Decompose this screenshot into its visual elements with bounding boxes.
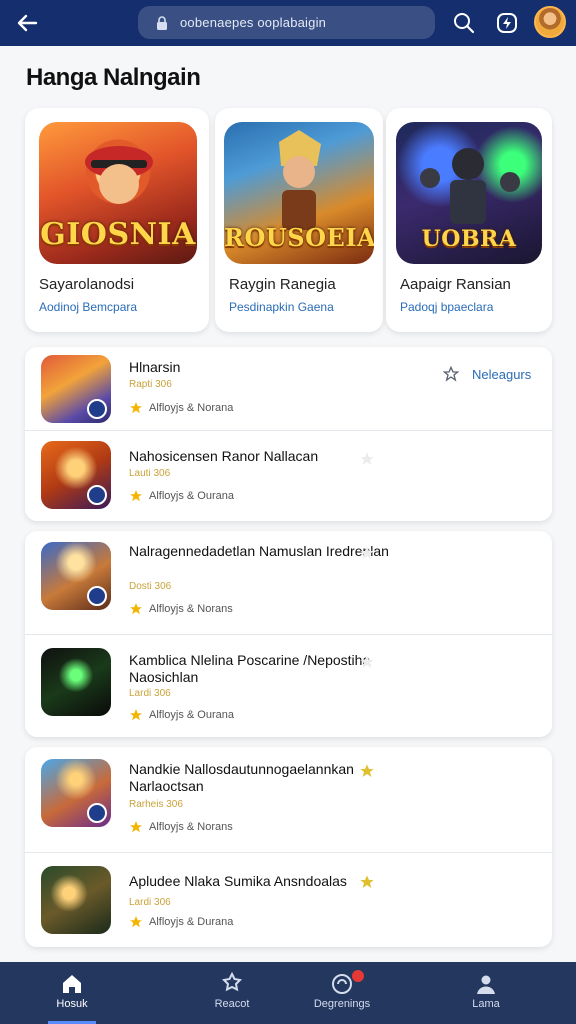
price-label: Lauti 306 [129, 468, 171, 479]
lock-icon [157, 15, 167, 30]
featured-card[interactable]: UOBRA Aapaigr Ransian Padoqj bpaeclara [386, 108, 552, 332]
featured-carousel: GIOSNIA Sayarolanodsi Aodinoj Bemcpara R… [25, 108, 552, 332]
game-title: Nahosicensen Ranor Nallacan [129, 448, 319, 464]
address-bar[interactable]: oobenaepes ooplabaigin [138, 6, 435, 39]
star-icon [130, 916, 142, 928]
featured-card[interactable]: GIOSNIA Sayarolanodsi Aodinoj Bemcpara [25, 108, 209, 332]
rating-meta: Alfloyjs & Durana [129, 915, 233, 929]
lightning-icon [497, 13, 517, 33]
rating-text: Alfloyjs & Norans [149, 821, 233, 833]
game-thumbnail [41, 759, 111, 827]
game-title: Kamblica Nlelina Poscarine /Nepostiha Na… [129, 652, 371, 685]
list-item[interactable]: Hlnarsin Rapti 306 Alfloyjs & Norana Nel… [25, 347, 552, 431]
star-badge-icon[interactable] [359, 763, 375, 779]
back-button[interactable] [0, 0, 54, 46]
platform-badge-icon [87, 485, 107, 505]
star-outline-icon[interactable] [443, 366, 459, 382]
game-thumbnail [41, 441, 111, 509]
rating-meta: Alfloyjs & Ourana [129, 489, 234, 503]
star-icon [130, 603, 142, 615]
game-logo-text: GIOSNIA [40, 217, 196, 252]
developer-link[interactable]: Pesdinapkin Gaena [229, 300, 334, 314]
bottom-navigation: Hosuk Reacot Degrenings Lama [0, 962, 576, 1024]
rating-meta: Alfloyjs & Norana [129, 401, 233, 415]
game-title: Aapaigr Ransian [400, 276, 511, 293]
nav-profile[interactable]: Lama [414, 962, 558, 1024]
rating-text: Alfloyjs & Norana [149, 402, 234, 414]
game-artwork: GIOSNIA [39, 122, 197, 264]
star-outline-icon[interactable] [359, 545, 375, 561]
rating-text: Alfloyjs & Durana [149, 916, 234, 928]
arrow-left-icon [17, 14, 38, 32]
nav-label: Degrenings [313, 998, 371, 1010]
price-label: Lardi 306 [129, 688, 171, 699]
price-label: Rapti 306 [129, 379, 172, 390]
rating-text: Alfloyjs & Norans [149, 603, 233, 615]
avatar[interactable] [534, 6, 566, 38]
star-icon [130, 821, 142, 833]
rating-meta: Alfloyjs & Ourana [129, 708, 234, 722]
star-outline-icon[interactable] [359, 654, 375, 670]
game-thumbnail [41, 866, 111, 934]
page-title: Hanga Nalngain [26, 64, 201, 91]
nav-home[interactable]: Hosuk [0, 962, 144, 1024]
nav-label: Hosuk [56, 998, 88, 1010]
notification-icon [332, 974, 352, 994]
price-label: Lardi 306 [129, 897, 171, 908]
game-title: Raygin Ranegia [229, 276, 336, 293]
star-outline-icon[interactable] [359, 451, 375, 467]
list-item[interactable]: Nahosicensen Ranor Nallacan Lauti 306 Al… [25, 431, 552, 521]
developer-link[interactable]: Aodinoj Bemcpara [39, 300, 137, 314]
game-title: Nandkie Nallosdautunnogaelannkan Narlaoc… [129, 761, 354, 794]
search-icon [454, 13, 475, 34]
star-icon [130, 709, 142, 721]
game-title: Hlnarsin [129, 359, 181, 375]
top-app-bar: oobenaepes ooplabaigin [0, 0, 576, 46]
notification-dot [352, 970, 364, 982]
rating-meta: Alfloyjs & Norans [129, 602, 233, 616]
game-thumbnail [41, 542, 111, 610]
puzzle-icon [221, 972, 243, 992]
game-thumbnail [41, 355, 111, 423]
developer-link[interactable]: Padoqj bpaeclara [400, 300, 493, 314]
rating-text: Alfloyjs & Ourana [149, 709, 234, 721]
game-title: Apludee Nlaka Sumika Ansndoalas [129, 873, 347, 889]
game-title: Sayarolanodsi [39, 276, 135, 293]
game-list-group: Nalragennedadetlan Namuslan Iredrenlan D… [25, 531, 552, 737]
platform-badge-icon [87, 803, 107, 823]
list-item[interactable]: Nalragennedadetlan Namuslan Iredrenlan D… [25, 531, 552, 635]
rating-text: Alfloyjs & Ourana [149, 490, 234, 502]
nav-updates[interactable]: Degrenings [270, 962, 414, 1024]
price-label: Dosti 306 [129, 581, 172, 592]
home-icon [63, 975, 81, 993]
featured-card[interactable]: ROUSOEIA Raygin Ranegia Pesdinapkin Gaen… [215, 108, 383, 332]
game-logo-text: UOBRA [421, 226, 517, 252]
platform-badge-icon [87, 586, 107, 606]
game-title: Nalragennedadetlan Namuslan Iredrenlan [129, 543, 389, 559]
rating-meta: Alfloyjs & Norans [129, 820, 233, 834]
address-text: oobenaepes ooplabaigin [180, 15, 327, 30]
star-icon [130, 490, 142, 502]
search-button[interactable] [449, 8, 479, 38]
platform-badge-icon [87, 399, 107, 419]
list-item[interactable]: Apludee Nlaka Sumika Ansndoalas Lardi 30… [25, 853, 552, 947]
nav-label: Lama [472, 998, 500, 1010]
game-artwork: UOBRA [396, 122, 542, 264]
shortcut-button[interactable] [492, 8, 522, 38]
profile-icon [477, 975, 495, 994]
star-icon [130, 402, 142, 414]
page-content: Hanga Nalngain GIOSNIA Sayarolanodsi Aod… [0, 46, 576, 962]
star-badge-icon[interactable] [359, 874, 375, 890]
game-list-group: Nandkie Nallosdautunnogaelannkan Narlaoc… [25, 747, 552, 947]
game-logo-text: ROUSOEIA [224, 223, 374, 252]
list-item[interactable]: Kamblica Nlelina Poscarine /Nepostiha Na… [25, 635, 552, 737]
game-list-group: Hlnarsin Rapti 306 Alfloyjs & Norana Nel… [25, 347, 552, 521]
list-item[interactable]: Nandkie Nallosdautunnogaelannkan Narlaoc… [25, 747, 552, 853]
game-thumbnail [41, 648, 111, 716]
see-more-link[interactable]: Neleagurs [472, 367, 531, 382]
game-artwork: ROUSOEIA [224, 122, 374, 264]
price-label: Rarheis 306 [129, 799, 183, 810]
